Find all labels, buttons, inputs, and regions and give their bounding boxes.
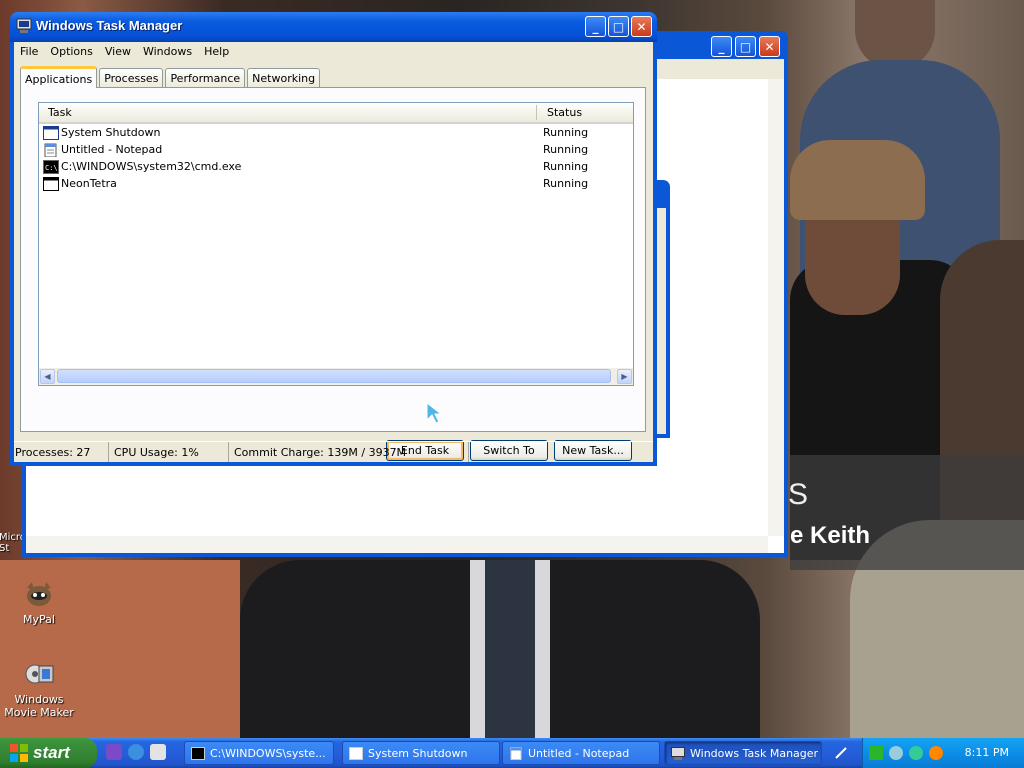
menu-bar: File Options View Windows Help (14, 42, 653, 62)
row-task-name: Untitled - Notepad (61, 143, 163, 156)
applications-panel: Task Status System Shutdown Running Unti… (20, 87, 646, 461)
start-label: start (33, 743, 70, 762)
status-cpu-usage: CPU Usage: 1% (109, 442, 229, 462)
status-processes: Processes: 27 (14, 442, 109, 462)
movie-maker-icon (23, 658, 55, 690)
close-icon[interactable]: ✕ (631, 16, 652, 37)
taskbar-button-notepad[interactable]: Untitled - Notepad (502, 741, 660, 765)
minimize-icon[interactable]: _ (585, 16, 606, 37)
menu-windows[interactable]: Windows (137, 42, 198, 62)
row-task-name: System Shutdown (61, 126, 161, 139)
tab-applications[interactable]: Applications (20, 66, 98, 88)
menu-file[interactable]: File (14, 42, 44, 62)
tray-green-icon[interactable] (869, 746, 883, 760)
notepad-icon (44, 143, 57, 157)
row-status: Running (543, 177, 589, 190)
table-row[interactable]: System Shutdown Running (43, 124, 629, 141)
taskbar-button-task-manager[interactable]: Windows Task Manager (664, 741, 822, 765)
desktop-icon-mypal[interactable]: MyPal (0, 578, 79, 626)
quick-launch (106, 744, 166, 760)
media-player-icon[interactable] (106, 744, 122, 760)
window-icon (43, 125, 59, 140)
window-title: Windows Task Manager (36, 18, 183, 33)
tray-search-icon[interactable] (929, 746, 943, 760)
cmd-icon (191, 746, 205, 760)
taskbar-button-label: C:\WINDOWS\syste... (210, 746, 326, 760)
caption-name: e Keith (790, 522, 871, 549)
background-window-horizontal-scrollbar[interactable] (26, 536, 768, 553)
taskbar-clock[interactable]: 8:11 PM (965, 746, 1009, 759)
minimize-icon[interactable]: _ (711, 36, 732, 57)
caption-fragment: S (788, 478, 809, 511)
show-desktop-icon[interactable] (150, 744, 166, 760)
svg-text:C:\: C:\ (45, 164, 58, 172)
video-lower-third (790, 455, 1024, 570)
row-task-name: C:\WINDOWS\system32\cmd.exe (61, 160, 242, 173)
desktop-icon-partial-label[interactable]: Micro St (0, 532, 26, 554)
window-icon (43, 176, 59, 191)
status-commit-charge: Commit Charge: 139M / 3937M (229, 442, 469, 462)
taskmanager-icon (16, 18, 32, 34)
taskbar-button-cmd[interactable]: C:\WINDOWS\syste... (184, 741, 334, 765)
desktop-icon-label: Windows Movie Maker (4, 693, 74, 719)
scrollbar-thumb[interactable] (57, 369, 611, 383)
menu-view[interactable]: View (99, 42, 137, 62)
system-tray: 8:11 PM (862, 738, 1024, 768)
tray-globe-icon[interactable] (909, 746, 923, 760)
column-header-task[interactable]: Task (48, 106, 72, 119)
close-icon[interactable]: ✕ (759, 36, 780, 57)
cmd-icon: C:\ (43, 159, 59, 174)
status-bar: Processes: 27 CPU Usage: 1% Commit Charg… (14, 441, 653, 462)
background-window-controls: _ □ ✕ (711, 36, 780, 57)
row-status: Running (543, 126, 589, 139)
background-tie (485, 560, 535, 738)
background-window-vertical-scrollbar[interactable] (768, 79, 784, 536)
tray-network-icon[interactable] (889, 746, 903, 760)
mypal-icon (23, 578, 55, 610)
window-body: File Options View Windows Help Applicati… (14, 42, 653, 462)
pen-icon[interactable] (834, 746, 848, 760)
column-divider[interactable] (536, 105, 537, 120)
table-row[interactable]: C:\ C:\WINDOWS\system32\cmd.exe Running (43, 158, 629, 175)
menu-options[interactable]: Options (44, 42, 98, 62)
maximize-icon[interactable]: □ (608, 16, 629, 37)
start-button[interactable]: start (0, 738, 97, 768)
background-hat (790, 140, 925, 220)
desktop-icon-label: MyPal (23, 613, 55, 626)
row-status: Running (543, 160, 589, 173)
taskbar-button-label: Untitled - Notepad (528, 746, 630, 760)
column-header-status[interactable]: Status (547, 106, 582, 119)
tab-processes[interactable]: Processes (99, 68, 164, 88)
task-manager-window: Windows Task Manager _ □ ✕ File Options … (10, 12, 657, 466)
row-task-name: NeonTetra (61, 177, 117, 190)
tab-networking[interactable]: Networking (247, 68, 321, 88)
windows-logo-icon (10, 744, 28, 762)
taskbar-button-label: Windows Task Manager (690, 746, 819, 760)
taskmanager-icon (671, 746, 685, 760)
window-icon (349, 746, 363, 760)
desktop-icon-movie-maker[interactable]: Windows Movie Maker (0, 658, 79, 719)
table-row[interactable]: Untitled - Notepad Running (43, 141, 629, 158)
horizontal-scrollbar[interactable]: ◀ ▶ (39, 368, 633, 385)
background-person-face (805, 215, 900, 315)
task-list-header: Task Status (39, 103, 633, 124)
menu-help[interactable]: Help (198, 42, 235, 62)
title-bar[interactable]: Windows Task Manager _ □ ✕ (10, 12, 657, 42)
window-controls: _ □ ✕ (585, 16, 652, 37)
internet-explorer-icon[interactable] (128, 744, 144, 760)
mouse-cursor-icon (426, 402, 443, 424)
notepad-icon (510, 746, 522, 760)
taskbar-button-label: System Shutdown (368, 746, 468, 760)
row-status: Running (543, 143, 589, 156)
taskbar: start C:\WINDOWS\syste... System Shutdow… (0, 738, 1024, 768)
table-row[interactable]: NeonTetra Running (43, 175, 629, 192)
task-list[interactable]: Task Status System Shutdown Running Unti… (38, 102, 634, 386)
tab-strip: Applications Processes Performance Netwo… (20, 66, 322, 88)
scroll-right-icon[interactable]: ▶ (617, 369, 632, 384)
scroll-left-icon[interactable]: ◀ (40, 369, 55, 384)
maximize-icon[interactable]: □ (735, 36, 756, 57)
tab-performance[interactable]: Performance (165, 68, 246, 88)
taskbar-button-system-shutdown[interactable]: System Shutdown (342, 741, 500, 765)
